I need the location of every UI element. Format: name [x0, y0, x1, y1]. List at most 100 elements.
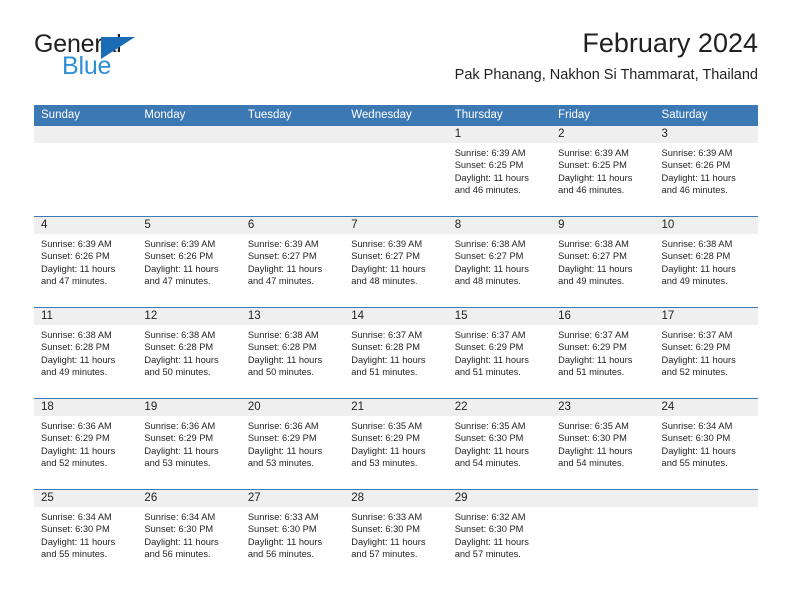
day-number: 4: [34, 217, 138, 234]
sunset-text: Sunset: 6:30 PM: [454, 433, 524, 444]
sunset-text: Sunset: 6:29 PM: [351, 433, 420, 444]
calendar-day-cell[interactable]: 5 Sunrise: 6:39 AM Sunset: 6:26 PM Daylight…: [137, 217, 241, 307]
day-details: Sunrise: 6:34 AM Sunset: 6:30 PM Daylight:…: [655, 416, 758, 469]
daylight-text: Daylight: 11 hours and 56 minutes.: [247, 536, 323, 559]
calendar-day-cell[interactable]: 17 Sunrise: 6:37 AM Sunset: 6:29 PM Dayligh…: [654, 308, 758, 398]
sunrise-text: Sunrise: 6:33 AM: [351, 512, 423, 522]
day-number: 28: [344, 490, 448, 507]
weekday-header-thursday: Thursday: [454, 109, 503, 121]
calendar-day-cell[interactable]: 18 Sunrise: 6:36 AM Sunset: 6:29 PM Dayligh…: [34, 399, 138, 489]
calendar-day-cell[interactable]: 23 Sunrise: 6:35 AM Sunset: 6:30 PM Dayligh…: [551, 399, 655, 489]
day-details: Sunrise: 6:35 AM Sunset: 6:30 PM Daylight:…: [448, 416, 551, 469]
calendar-day-cell[interactable]: 26 Sunrise: 6:34 AM Sunset: 6:30 PM Dayligh…: [137, 490, 241, 580]
day-details: Sunrise: 6:38 AM Sunset: 6:28 PM Daylight:…: [655, 234, 758, 287]
day-details: Sunrise: 6:38 AM Sunset: 6:28 PM Daylight:…: [34, 325, 137, 378]
calendar-day-cell[interactable]: 21 Sunrise: 6:35 AM Sunset: 6:29 PM Dayligh…: [344, 399, 448, 489]
calendar-day-cell-empty: [34, 126, 138, 216]
day-number: 10: [654, 217, 758, 234]
calendar-day-cell[interactable]: 9 Sunrise: 6:38 AM Sunset: 6:27 PM Daylight…: [551, 217, 655, 307]
calendar-day-cell[interactable]: 15 Sunrise: 6:37 AM Sunset: 6:29 PM Dayligh…: [447, 308, 552, 398]
daylight-text: Daylight: 11 hours and 49 minutes.: [41, 354, 116, 377]
day-details: Sunrise: 6:38 AM Sunset: 6:28 PM Daylight:…: [137, 325, 240, 378]
day-number: 13: [240, 308, 345, 325]
calendar-day-cell[interactable]: 27 Sunrise: 6:33 AM Sunset: 6:30 PM Dayligh…: [240, 490, 345, 580]
day-details: Sunrise: 6:38 AM Sunset: 6:28 PM Daylight:…: [241, 325, 344, 378]
daylight-text: Daylight: 11 hours and 56 minutes.: [144, 536, 219, 559]
sunset-text: Sunset: 6:30 PM: [41, 524, 110, 535]
sunrise-text: Sunrise: 6:39 AM: [41, 239, 112, 249]
daylight-text: Daylight: 11 hours and 47 minutes.: [41, 263, 116, 286]
sunset-text: Sunset: 6:29 PM: [558, 342, 627, 353]
sunrise-text: Sunrise: 6:38 AM: [558, 239, 629, 249]
calendar-day-cell[interactable]: 3 Sunrise: 6:39 AM Sunset: 6:26 PM Daylight…: [654, 126, 758, 216]
calendar-day-cell[interactable]: 12 Sunrise: 6:38 AM Sunset: 6:28 PM Dayligh…: [137, 308, 241, 398]
sunset-text: Sunset: 6:27 PM: [558, 251, 627, 262]
sunset-text: Sunset: 6:29 PM: [661, 342, 731, 353]
calendar-day-cell[interactable]: 19 Sunrise: 6:36 AM Sunset: 6:29 PM Dayligh…: [137, 399, 241, 489]
sunset-text: Sunset: 6:25 PM: [454, 160, 524, 171]
sunset-text: Sunset: 6:28 PM: [351, 342, 420, 353]
day-number: 27: [240, 490, 345, 507]
sunrise-text: Sunrise: 6:36 AM: [247, 421, 319, 431]
day-number: [344, 126, 448, 143]
calendar-day-cell[interactable]: 7 Sunrise: 6:39 AM Sunset: 6:27 PM Daylight…: [344, 217, 448, 307]
day-number: [137, 126, 241, 143]
sunrise-text: Sunrise: 6:38 AM: [41, 330, 112, 340]
day-number: 11: [34, 308, 138, 325]
calendar-day-cell[interactable]: 1 Sunrise: 6:39 AM Sunset: 6:25 PM Daylight…: [447, 126, 552, 216]
day-number: [551, 490, 655, 507]
calendar-day-cell[interactable]: 6 Sunrise: 6:39 AM Sunset: 6:27 PM Daylight…: [240, 217, 345, 307]
weekday-header-monday: Monday: [144, 109, 186, 121]
title-block: February 2024 Pak Phanang, Nakhon Si Tha…: [455, 28, 758, 84]
day-details: Sunrise: 6:39 AM Sunset: 6:27 PM Daylight:…: [241, 234, 344, 287]
calendar-day-cell[interactable]: 11 Sunrise: 6:38 AM Sunset: 6:28 PM Dayligh…: [34, 308, 138, 398]
calendar-day-cell[interactable]: 22 Sunrise: 6:35 AM Sunset: 6:30 PM Dayligh…: [447, 399, 552, 489]
daylight-text: Daylight: 11 hours and 55 minutes.: [41, 536, 116, 559]
sunrise-text: Sunrise: 6:39 AM: [558, 148, 629, 158]
calendar-page: General Blue February 2024 Pak Phanang, …: [0, 0, 792, 612]
sunset-text: Sunset: 6:28 PM: [41, 342, 110, 353]
calendar-day-cell[interactable]: 14 Sunrise: 6:37 AM Sunset: 6:28 PM Dayligh…: [344, 308, 448, 398]
daylight-text: Daylight: 11 hours and 47 minutes.: [144, 263, 219, 286]
sunrise-text: Sunrise: 6:39 AM: [454, 148, 526, 158]
daylight-text: Daylight: 11 hours and 52 minutes.: [41, 445, 116, 468]
calendar-day-cell[interactable]: 10 Sunrise: 6:38 AM Sunset: 6:28 PM Dayligh…: [654, 217, 758, 307]
page-subtitle: Pak Phanang, Nakhon Si Thammarat, Thaila…: [454, 67, 758, 84]
sunset-text: Sunset: 6:30 PM: [661, 433, 731, 444]
day-number: [34, 126, 138, 143]
calendar-day-cell[interactable]: 13 Sunrise: 6:38 AM Sunset: 6:28 PM Dayligh…: [240, 308, 345, 398]
daylight-text: Daylight: 11 hours and 54 minutes.: [454, 445, 529, 468]
day-details: Sunrise: 6:36 AM Sunset: 6:29 PM Daylight:…: [241, 416, 344, 469]
sunset-text: Sunset: 6:26 PM: [144, 251, 214, 262]
calendar-day-cell[interactable]: 8 Sunrise: 6:38 AM Sunset: 6:27 PM Daylight…: [447, 217, 552, 307]
calendar-day-cell[interactable]: 16 Sunrise: 6:37 AM Sunset: 6:29 PM Dayligh…: [551, 308, 655, 398]
sunset-text: Sunset: 6:27 PM: [247, 251, 317, 262]
day-details: Sunrise: 6:37 AM Sunset: 6:29 PM Daylight:…: [551, 325, 654, 378]
calendar-day-cell[interactable]: 24 Sunrise: 6:34 AM Sunset: 6:30 PM Dayligh…: [654, 399, 758, 489]
calendar-day-cell[interactable]: 2 Sunrise: 6:39 AM Sunset: 6:25 PM Daylight…: [551, 126, 655, 216]
sunset-text: Sunset: 6:26 PM: [661, 160, 731, 171]
day-number: [240, 126, 345, 143]
sunrise-text: Sunrise: 6:38 AM: [661, 239, 733, 249]
sunrise-text: Sunrise: 6:37 AM: [454, 330, 526, 340]
sunrise-text: Sunrise: 6:34 AM: [144, 512, 216, 522]
calendar-day-cell[interactable]: 25 Sunrise: 6:34 AM Sunset: 6:30 PM Dayligh…: [34, 490, 138, 580]
calendar-week-row: 1 Sunrise: 6:39 AM Sunset: 6:25 PM Daylight…: [34, 126, 758, 216]
day-details: Sunrise: 6:39 AM Sunset: 6:26 PM Daylight:…: [137, 234, 240, 287]
daylight-text: Daylight: 11 hours and 50 minutes.: [144, 354, 219, 377]
sunrise-text: Sunrise: 6:35 AM: [351, 421, 423, 431]
calendar-day-cell[interactable]: 29 Sunrise: 6:32 AM Sunset: 6:30 PM Dayligh…: [447, 490, 552, 580]
day-number: 15: [447, 308, 552, 325]
day-details: Sunrise: 6:37 AM Sunset: 6:29 PM Daylight:…: [448, 325, 551, 378]
sunset-text: Sunset: 6:27 PM: [454, 251, 524, 262]
day-number: 8: [447, 217, 552, 234]
calendar-day-cell[interactable]: 20 Sunrise: 6:36 AM Sunset: 6:29 PM Dayligh…: [240, 399, 345, 489]
calendar-day-cell[interactable]: 4 Sunrise: 6:39 AM Sunset: 6:26 PM Daylight…: [34, 217, 138, 307]
calendar-day-cell[interactable]: 28 Sunrise: 6:33 AM Sunset: 6:30 PM Dayligh…: [344, 490, 448, 580]
day-number: 19: [137, 399, 241, 416]
day-details: Sunrise: 6:33 AM Sunset: 6:30 PM Daylight:…: [241, 507, 344, 560]
day-number: 22: [447, 399, 552, 416]
daylight-text: Daylight: 11 hours and 46 minutes.: [661, 172, 736, 195]
day-number: [654, 490, 758, 507]
day-number: 18: [34, 399, 138, 416]
